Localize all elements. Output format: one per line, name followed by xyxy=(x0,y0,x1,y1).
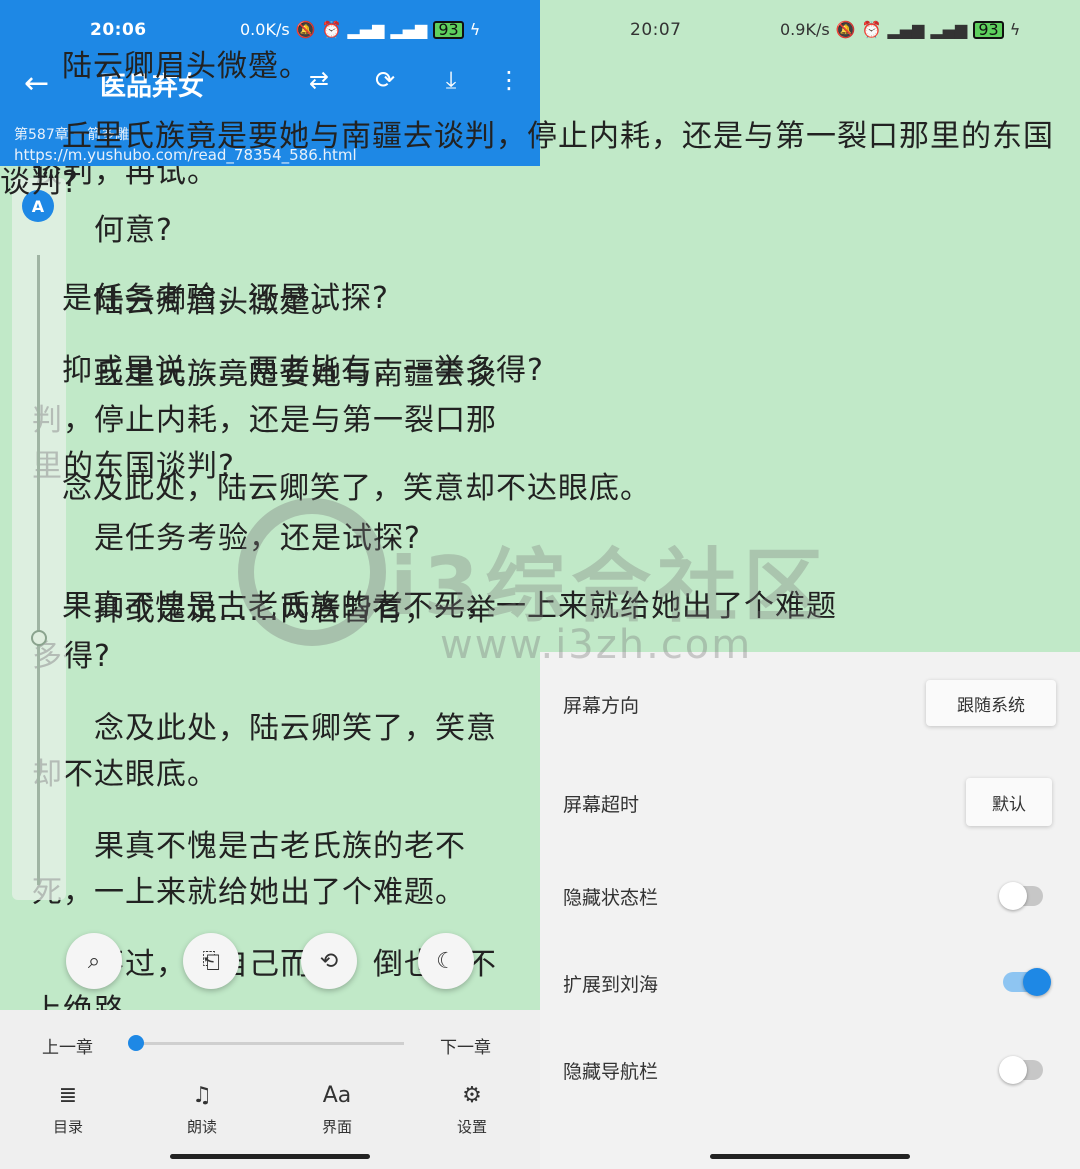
status-time: 20:07 xyxy=(630,20,682,40)
paragraph: 何意? xyxy=(32,213,173,248)
watermark-url: www.i3zh.com xyxy=(440,622,753,668)
alarm-icon: ⏰ xyxy=(321,20,342,39)
headphones-icon: ♫ xyxy=(192,1083,212,1108)
gear-icon: ⚙ xyxy=(462,1083,482,1108)
status-time: 20:06 xyxy=(90,20,147,40)
paragraph: 抑或是说……两者皆有，一举多得? xyxy=(0,353,544,388)
hide-status-bar-toggle[interactable] xyxy=(999,882,1043,910)
extend-notch-label: 扩展到刘海 xyxy=(563,974,659,996)
replace-rule-icon[interactable]: ⟲ xyxy=(301,933,357,989)
paragraph: 陆云卿眉头微蹙。 xyxy=(0,49,310,84)
brightness-slider-knob[interactable] xyxy=(31,630,47,646)
catalog-button[interactable]: ≣ 目录 xyxy=(28,1082,108,1137)
watermark-text: i3综合社区 xyxy=(390,540,830,633)
next-chapter-button[interactable]: 下一章 xyxy=(440,1033,491,1058)
charging-icon: ϟ xyxy=(1009,20,1021,39)
hide-nav-bar-toggle[interactable] xyxy=(999,1056,1043,1084)
menu-label: 目录 xyxy=(52,1118,83,1136)
mute-icon: 🔕 xyxy=(835,20,856,39)
font-icon: Aa xyxy=(322,1083,352,1108)
gesture-nav-bar[interactable] xyxy=(170,1154,370,1159)
charging-icon: ϟ xyxy=(469,20,481,39)
hide-status-bar-label: 隐藏状态栏 xyxy=(563,887,659,909)
list-icon: ≣ xyxy=(58,1083,78,1108)
signal-icon: ▂▄▆ xyxy=(930,20,968,39)
toggle-knob xyxy=(999,1056,1027,1084)
settings-sheet xyxy=(540,652,1080,1169)
search-icon[interactable]: ⌕ xyxy=(66,933,122,989)
night-mode-icon[interactable]: ☾ xyxy=(418,933,474,989)
battery-icon: 93 xyxy=(973,20,1004,39)
menu-label: 界面 xyxy=(321,1118,352,1136)
more-menu-icon[interactable]: ⋮ xyxy=(492,66,526,94)
network-speed: 0.0K/s xyxy=(240,20,290,39)
menu-label: 设置 xyxy=(456,1118,487,1136)
chapter-progress-slider[interactable] xyxy=(136,1042,404,1045)
watermark-logo xyxy=(238,498,386,646)
paragraph: 念及此处，陆云卿笑了，笑意却不达眼底。 xyxy=(32,711,497,792)
read-aloud-button[interactable]: ♫ 朗读 xyxy=(162,1082,242,1137)
status-bar: 20:07 0.9K/s 🔕 ⏰ ▂▄▆ ▂▄▆ 93 ϟ xyxy=(540,0,1080,62)
hide-nav-bar-label: 隐藏导航栏 xyxy=(563,1061,659,1083)
prev-chapter-button[interactable]: 上一章 xyxy=(42,1033,93,1058)
signal-icon: ▂▄▆ xyxy=(347,20,385,39)
paragraph: 丘里氏族竟是要她与南疆去谈判，停止内耗，还是与第一裂口那里的东国谈判? xyxy=(0,119,1054,200)
download-icon[interactable]: ⤓ xyxy=(434,66,468,94)
settings-button[interactable]: ⚙ 设置 xyxy=(432,1082,512,1137)
status-icons: 0.9K/s 🔕 ⏰ ▂▄▆ ▂▄▆ 93 ϟ xyxy=(780,20,1020,39)
mute-icon: 🔕 xyxy=(295,20,316,39)
paragraph: 果真不愧是古老氏族的老不死，一上来就给她出了个难题。 xyxy=(32,829,466,910)
gesture-nav-bar[interactable] xyxy=(710,1154,910,1159)
interface-button[interactable]: Aa 界面 xyxy=(297,1082,377,1137)
screen-timeout-button[interactable]: 默认 xyxy=(966,778,1052,826)
toggle-knob xyxy=(1023,968,1051,996)
chapter-progress-knob[interactable] xyxy=(128,1035,144,1051)
toggle-knob xyxy=(999,882,1027,910)
extend-notch-toggle[interactable] xyxy=(1003,968,1051,996)
auto-page-icon[interactable]: ⎗ xyxy=(183,933,239,989)
signal-icon: ▂▄▆ xyxy=(390,20,428,39)
alarm-icon: ⏰ xyxy=(861,20,882,39)
screen-orientation-button[interactable]: 跟随系统 xyxy=(926,680,1056,726)
battery-icon: 93 xyxy=(433,20,464,39)
paragraph: 是任务考验，还是试探? xyxy=(0,281,389,316)
status-icons: 0.0K/s 🔕 ⏰ ▂▄▆ ▂▄▆ 93 ϟ xyxy=(240,20,480,39)
network-speed: 0.9K/s xyxy=(780,20,830,39)
menu-label: 朗读 xyxy=(186,1118,217,1136)
screen-timeout-label: 屏幕超时 xyxy=(563,794,640,816)
refresh-icon[interactable]: ⟳ xyxy=(368,66,402,94)
screen-orientation-label: 屏幕方向 xyxy=(563,695,640,717)
signal-icon: ▂▄▆ xyxy=(887,20,925,39)
